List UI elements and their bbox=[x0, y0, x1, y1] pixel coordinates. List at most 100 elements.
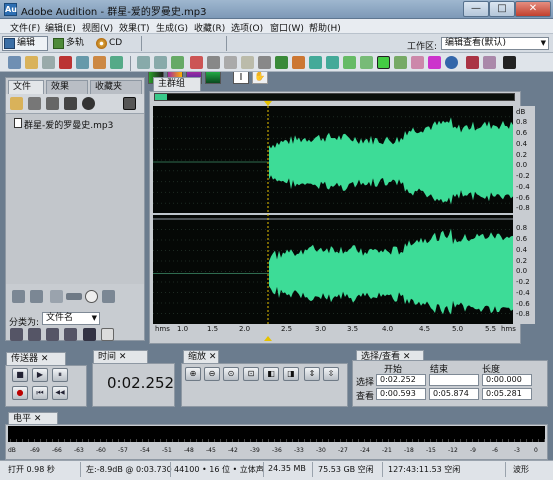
file-item[interactable]: 群星-爱的罗曼史.mp3 bbox=[24, 118, 113, 131]
pitch-icon[interactable] bbox=[428, 56, 441, 69]
menu-favorites[interactable]: 收藏(R) bbox=[194, 21, 225, 34]
fade-icon[interactable] bbox=[360, 56, 373, 69]
waveform-display[interactable] bbox=[153, 106, 513, 324]
view-length-field[interactable]: 0:05.281 bbox=[482, 388, 532, 400]
time-selection-tool-icon[interactable]: I bbox=[233, 71, 249, 84]
tab-main-group[interactable]: 主群组 bbox=[153, 77, 201, 91]
trim-icon[interactable] bbox=[258, 56, 271, 69]
mix-paste-icon[interactable] bbox=[190, 56, 203, 69]
menu-edit[interactable]: 编辑(E) bbox=[45, 21, 76, 34]
sort-select[interactable]: 文件名 bbox=[42, 312, 100, 325]
sort-icon-1[interactable] bbox=[10, 328, 23, 341]
play-button[interactable]: ▶ bbox=[32, 368, 48, 382]
show-properties-icon[interactable] bbox=[123, 97, 136, 110]
phase-view-icon[interactable] bbox=[205, 71, 221, 84]
play-preview-icon[interactable] bbox=[50, 290, 63, 303]
help-icon[interactable] bbox=[445, 56, 458, 69]
record-button[interactable]: ● bbox=[12, 386, 28, 400]
film-icon[interactable] bbox=[466, 56, 479, 69]
new-file-icon[interactable] bbox=[8, 56, 21, 69]
cd-burn-icon[interactable] bbox=[110, 56, 123, 69]
cut-icon[interactable] bbox=[207, 56, 220, 69]
zoom-out-horizontal-icon[interactable]: ⊖ bbox=[204, 367, 220, 381]
repeat-icon[interactable] bbox=[171, 56, 184, 69]
menu-effects[interactable]: 效果(T) bbox=[119, 21, 150, 34]
menu-view[interactable]: 视图(V) bbox=[82, 21, 113, 34]
sort-icon-2[interactable] bbox=[28, 328, 41, 341]
zoom-in-vertical-icon[interactable]: ⇕ bbox=[304, 367, 320, 381]
tab-zoom[interactable]: 缩放 ✕ bbox=[183, 350, 219, 363]
overview-range-handle[interactable] bbox=[155, 94, 167, 100]
tab-files[interactable]: 文件 bbox=[8, 80, 44, 94]
record-icon[interactable] bbox=[59, 56, 72, 69]
meter-icon[interactable] bbox=[377, 56, 390, 69]
selection-length-field[interactable]: 0:00.000 bbox=[482, 374, 532, 386]
tab-time[interactable]: 时间 ✕ bbox=[93, 350, 148, 363]
snap-icon[interactable] bbox=[275, 56, 288, 69]
batch-icon[interactable] bbox=[93, 56, 106, 69]
menu-generate[interactable]: 生成(G) bbox=[156, 21, 188, 34]
close-file-icon[interactable] bbox=[28, 97, 41, 110]
minimize-button[interactable]: — bbox=[463, 1, 489, 17]
normalize-icon[interactable] bbox=[326, 56, 339, 69]
video-icon[interactable] bbox=[483, 56, 496, 69]
view-end-field[interactable]: 0:05.874 bbox=[429, 388, 479, 400]
stop-button[interactable]: ■ bbox=[12, 368, 28, 382]
sort-icon-5[interactable] bbox=[83, 328, 96, 341]
redo-icon[interactable] bbox=[154, 56, 167, 69]
tab-transport[interactable]: 传送器 ✕ bbox=[6, 352, 66, 365]
pause-button[interactable]: ⏸ bbox=[52, 368, 68, 382]
display-icon[interactable] bbox=[503, 56, 516, 69]
menu-options[interactable]: 选项(O) bbox=[231, 21, 263, 34]
zoom-out-full-icon[interactable]: ⊙ bbox=[223, 367, 239, 381]
envelope-icon[interactable] bbox=[343, 56, 356, 69]
open-file-icon[interactable] bbox=[25, 56, 38, 69]
playhead-bottom-marker[interactable] bbox=[264, 336, 272, 341]
zoom-out-vertical-icon[interactable]: ⇳ bbox=[323, 367, 339, 381]
paste-icon[interactable] bbox=[241, 56, 254, 69]
multitrack-view-button[interactable]: 多轨 bbox=[51, 36, 91, 51]
hand-tool-icon[interactable]: ✋ bbox=[252, 71, 268, 84]
loop-icon[interactable] bbox=[30, 290, 43, 303]
selection-start-field[interactable]: 0:02.252 bbox=[376, 374, 426, 386]
marker-icon[interactable] bbox=[292, 56, 305, 69]
view-start-field[interactable]: 0:00.593 bbox=[376, 388, 426, 400]
workspace-select[interactable]: 编辑查看(默认) bbox=[441, 37, 549, 50]
open-icon[interactable] bbox=[10, 97, 23, 110]
sort-icon-4[interactable] bbox=[64, 328, 77, 341]
edit-file-icon[interactable] bbox=[64, 97, 77, 110]
sort-icon-3[interactable] bbox=[46, 328, 59, 341]
spectrum-icon[interactable] bbox=[411, 56, 424, 69]
go-to-start-button[interactable]: ⏮ bbox=[32, 386, 48, 400]
cd-view-button[interactable]: CD bbox=[94, 36, 124, 51]
tab-effects[interactable]: 效果 bbox=[46, 80, 88, 94]
volume-bar[interactable] bbox=[66, 293, 82, 300]
menu-file[interactable]: 文件(F) bbox=[10, 21, 40, 34]
zoom-in-horizontal-icon[interactable]: ⊕ bbox=[185, 367, 201, 381]
close-button[interactable]: ✕ bbox=[515, 1, 551, 17]
undo-icon[interactable] bbox=[137, 56, 150, 69]
import-icon[interactable] bbox=[76, 56, 89, 69]
menu-window[interactable]: 窗口(W) bbox=[270, 21, 304, 34]
copy-icon[interactable] bbox=[224, 56, 237, 69]
noise-icon[interactable] bbox=[394, 56, 407, 69]
insert-icon[interactable] bbox=[46, 97, 59, 110]
rewind-button[interactable]: ◀◀ bbox=[52, 386, 68, 400]
selection-end-field[interactable] bbox=[429, 374, 479, 386]
menu-help[interactable]: 帮助(H) bbox=[309, 21, 341, 34]
tab-favorites[interactable]: 收藏夹 bbox=[90, 80, 142, 94]
zoom-to-selection-icon[interactable]: ⊡ bbox=[243, 367, 259, 381]
level-tick-label: -39 bbox=[250, 447, 260, 454]
overview-bar[interactable] bbox=[154, 93, 515, 101]
zoom-right-edge-icon[interactable]: ◨ bbox=[283, 367, 299, 381]
amplitude-icon[interactable] bbox=[309, 56, 322, 69]
maximize-button[interactable]: □ bbox=[489, 1, 515, 17]
record-file-icon[interactable] bbox=[82, 97, 95, 110]
options-icon[interactable] bbox=[102, 290, 115, 303]
sort-icon-6[interactable] bbox=[101, 328, 114, 341]
autoplay-icon[interactable] bbox=[12, 290, 25, 303]
edit-view-button[interactable]: 编辑 bbox=[2, 36, 48, 51]
zoom-left-edge-icon[interactable]: ◧ bbox=[263, 367, 279, 381]
save-icon[interactable] bbox=[42, 56, 55, 69]
volume-knob-icon[interactable] bbox=[85, 290, 98, 303]
